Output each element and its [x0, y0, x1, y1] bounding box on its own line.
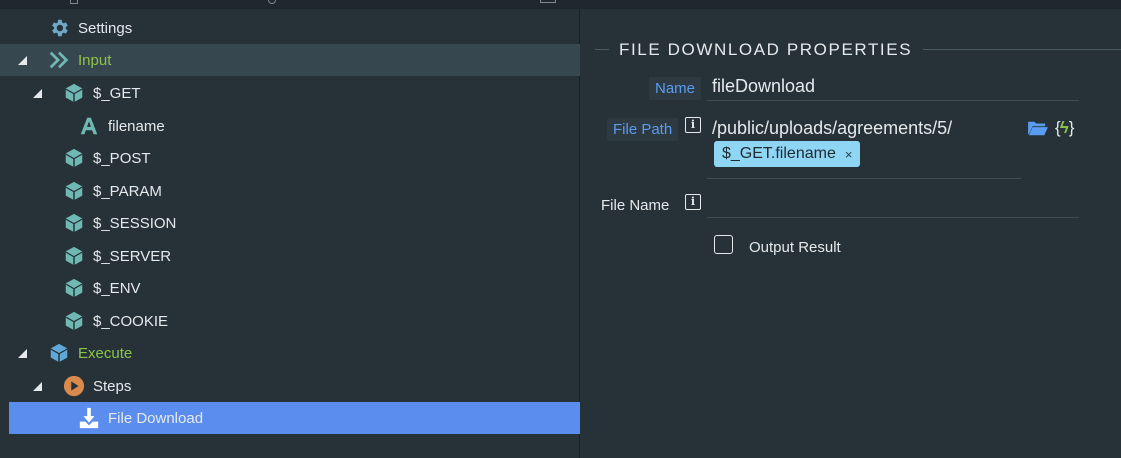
properties-panel: FILE DOWNLOAD PROPERTIES Name fileDownlo… [581, 9, 1121, 458]
file-name-input-underline [707, 217, 1079, 218]
name-label: Name [649, 77, 702, 100]
info-icon[interactable]: i [685, 194, 701, 210]
output-result-checkbox[interactable] [714, 235, 733, 254]
toolbar-icon-fragment [540, 0, 556, 3]
tree-item-file-download[interactable]: File Download [9, 402, 580, 434]
file-path-input[interactable]: /public/uploads/agreements/5/ [712, 118, 952, 139]
step-tree-panel: Settings Input $_GET filename $_POST $_P… [0, 9, 580, 458]
tree-item-param[interactable]: $_PARAM [0, 175, 580, 207]
download-icon [79, 407, 99, 429]
tree-item-label: Settings [78, 19, 133, 37]
section-divider [923, 49, 1121, 50]
tree-item-label: Execute [78, 344, 133, 362]
token-remove-icon[interactable]: × [845, 147, 853, 162]
tree-item-label: Input [78, 51, 112, 69]
chevrons-right-icon [49, 51, 69, 69]
expand-toggle-icon[interactable] [18, 56, 27, 65]
cube-icon [50, 343, 68, 363]
tree-item-label: $_GET [93, 84, 141, 102]
tree-item-execute[interactable]: Execute [0, 337, 580, 369]
tree-item-label: $_ENV [93, 279, 141, 297]
cube-icon [65, 278, 83, 298]
tree-item-session[interactable]: $_SESSION [0, 207, 580, 239]
expand-toggle-icon[interactable] [33, 89, 42, 98]
token-label: $_GET.filename [722, 145, 836, 162]
toolbar-icon-fragment [70, 0, 78, 4]
info-icon[interactable]: i [685, 117, 701, 133]
cube-icon [65, 83, 83, 103]
tree-item-post[interactable]: $_POST [0, 142, 580, 174]
tree-item-filename[interactable]: filename [0, 110, 580, 142]
dynamic-data-icon[interactable]: {ϟ} [1055, 118, 1074, 138]
tree-item-label: $_SESSION [93, 214, 177, 232]
tree-item-label: $_PARAM [93, 182, 162, 200]
tree-item-input[interactable]: Input [0, 44, 580, 76]
section-divider [595, 49, 609, 50]
play-circle-icon [63, 375, 85, 397]
tree-item-label: File Download [108, 409, 204, 427]
file-path-label: File Path [607, 118, 679, 141]
cube-icon [65, 148, 83, 168]
cube-icon [65, 246, 83, 266]
toolbar-icon-fragment [268, 0, 276, 4]
tree-item-label: $_POST [93, 149, 151, 167]
tree-item-label: filename [108, 117, 165, 135]
tree-item-server[interactable]: $_SERVER [0, 240, 580, 272]
tree-item-settings[interactable]: Settings [0, 12, 580, 44]
tree-item-get[interactable]: $_GET [0, 77, 580, 109]
tree-item-env[interactable]: $_ENV [0, 272, 580, 304]
expand-toggle-icon[interactable] [18, 349, 27, 358]
text-a-icon [80, 117, 98, 135]
tree-item-label: $_SERVER [93, 247, 172, 265]
top-toolbar-strip [0, 0, 1121, 9]
file-path-input-underline [707, 178, 1021, 179]
tree-item-label: $_COOKIE [93, 312, 169, 330]
expand-toggle-icon[interactable] [33, 382, 42, 391]
tree-item-label: Steps [93, 377, 132, 395]
tree-item-steps[interactable]: Steps [0, 370, 580, 402]
output-result-label: Output Result [749, 239, 841, 256]
folder-open-icon[interactable] [1027, 119, 1049, 137]
name-input[interactable]: fileDownload [712, 76, 815, 97]
name-input-underline [707, 100, 1079, 101]
tree-item-cookie[interactable]: $_COOKIE [0, 305, 580, 337]
file-path-token[interactable]: $_GET.filename × [714, 141, 861, 167]
cube-icon [65, 181, 83, 201]
cube-icon [65, 213, 83, 233]
file-name-label: File Name [601, 197, 670, 214]
gear-icon [52, 19, 68, 37]
cube-icon [65, 311, 83, 331]
section-title: FILE DOWNLOAD PROPERTIES [619, 40, 913, 59]
